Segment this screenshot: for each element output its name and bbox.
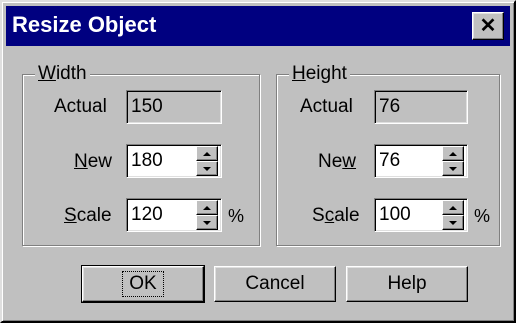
height-actual-label: Actual xyxy=(300,96,353,117)
height-new-down-button[interactable] xyxy=(442,161,464,176)
height-scale-down-button[interactable] xyxy=(442,215,464,230)
arrow-down-icon xyxy=(203,220,211,225)
arrow-up-icon xyxy=(449,151,457,156)
width-new-down-button[interactable] xyxy=(196,161,218,176)
help-button-label: Help xyxy=(387,273,427,294)
height-percent-sign: % xyxy=(474,206,491,226)
width-new-up-button[interactable] xyxy=(196,146,218,161)
height-scale-up-button[interactable] xyxy=(442,200,464,215)
arrow-down-icon xyxy=(449,166,457,171)
height-new-value: 76 xyxy=(379,150,401,171)
height-actual-field: 76 xyxy=(374,90,468,124)
arrow-up-icon xyxy=(203,151,211,156)
height-new-spinner[interactable] xyxy=(442,146,464,176)
resize-object-dialog: Resize Object ✕ Width Actual 150 New 180… xyxy=(0,0,516,323)
height-group-label: Height xyxy=(289,63,350,85)
width-actual-field: 150 xyxy=(126,90,222,124)
width-scale-label: Scale xyxy=(64,205,112,226)
width-new-value: 180 xyxy=(131,150,163,171)
height-scale-value: 100 xyxy=(379,204,411,225)
ok-button[interactable]: OK xyxy=(81,265,205,303)
height-new-up-button[interactable] xyxy=(442,146,464,161)
cancel-button-label: Cancel xyxy=(245,273,305,294)
ok-button-label: OK xyxy=(122,271,164,297)
width-actual-label: Actual xyxy=(54,96,107,117)
height-scale-label: Scale xyxy=(312,205,360,226)
width-scale-spinner[interactable] xyxy=(196,200,218,230)
height-scale-spinner[interactable] xyxy=(442,200,464,230)
width-new-label: New xyxy=(74,151,113,172)
close-button[interactable]: ✕ xyxy=(472,12,504,40)
arrow-down-icon xyxy=(203,166,211,171)
cancel-button[interactable]: Cancel xyxy=(214,266,336,302)
width-percent-sign: % xyxy=(228,206,245,226)
height-new-label: New xyxy=(318,151,357,172)
width-group-label: Width xyxy=(35,63,90,85)
help-button[interactable]: Help xyxy=(346,266,468,302)
width-scale-value: 120 xyxy=(131,204,163,225)
dialog-title: Resize Object xyxy=(12,12,157,37)
close-icon: ✕ xyxy=(479,15,497,37)
arrow-up-icon xyxy=(203,205,211,210)
width-scale-up-button[interactable] xyxy=(196,200,218,215)
width-scale-down-button[interactable] xyxy=(196,215,218,230)
title-bar[interactable]: Resize Object ✕ xyxy=(6,6,510,46)
width-new-spinner[interactable] xyxy=(196,146,218,176)
arrow-down-icon xyxy=(449,220,457,225)
arrow-up-icon xyxy=(449,205,457,210)
